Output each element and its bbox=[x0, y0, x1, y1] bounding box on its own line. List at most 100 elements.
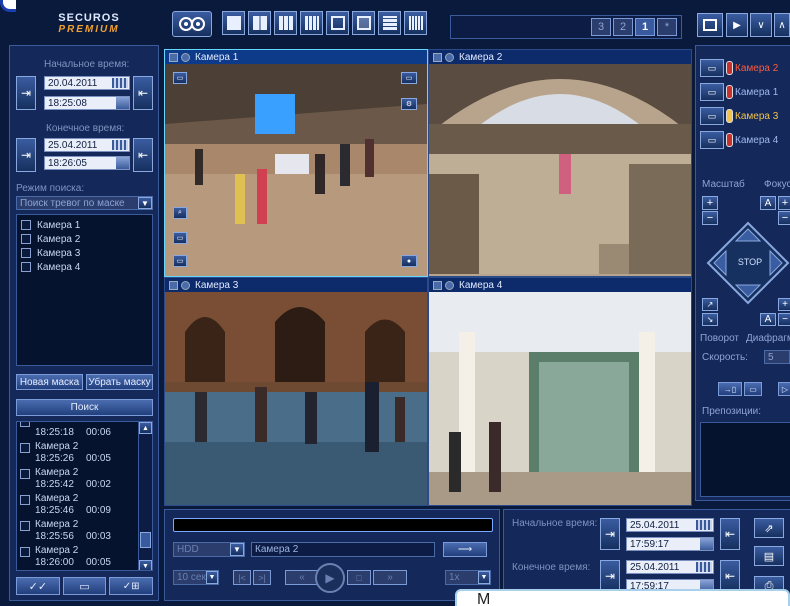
checkbox[interactable] bbox=[21, 234, 31, 244]
timeline-bar[interactable] bbox=[173, 518, 493, 532]
rewind-button[interactable]: « bbox=[285, 570, 319, 585]
camera-menu-icon[interactable] bbox=[433, 52, 442, 62]
camera-arm-icon[interactable]: ▭ bbox=[401, 72, 417, 84]
checkbox[interactable] bbox=[21, 262, 31, 272]
rotate-left-button[interactable]: ↗ bbox=[702, 298, 718, 311]
snapshot-icon[interactable]: ▭ bbox=[173, 72, 187, 84]
export-send-button[interactable]: ⇗ bbox=[754, 518, 784, 538]
camera-menu-icon[interactable] bbox=[169, 52, 178, 62]
time-spinner[interactable] bbox=[700, 538, 713, 550]
end-from-button[interactable]: ⇥ bbox=[16, 138, 36, 172]
layout-1plus7-button[interactable] bbox=[352, 11, 375, 35]
preset-next-button[interactable]: ▷ bbox=[778, 382, 790, 396]
layout-1x1-button[interactable] bbox=[222, 11, 245, 35]
ptz-window-button[interactable] bbox=[697, 13, 723, 37]
chevron-down-icon[interactable]: ▼ bbox=[230, 543, 244, 556]
export-end-from-button[interactable]: ⇥ bbox=[600, 560, 620, 592]
checkbox[interactable] bbox=[20, 443, 30, 453]
camera-record-icon[interactable] bbox=[445, 52, 454, 62]
next-button[interactable]: ▶ bbox=[726, 13, 748, 37]
checkbox[interactable] bbox=[20, 469, 30, 479]
start-date-field[interactable]: 20.04.2011 bbox=[44, 76, 130, 90]
presets-list[interactable] bbox=[700, 422, 790, 497]
camera-record-icon[interactable] bbox=[181, 280, 190, 290]
calendar-icon[interactable] bbox=[696, 562, 712, 572]
iris-auto-button[interactable]: A bbox=[760, 313, 776, 326]
search-result-item[interactable]: Камера 2 18:25:56 00:03 bbox=[20, 519, 134, 545]
search-result-item[interactable]: Камера 2 18:25:26 00:05 bbox=[20, 441, 134, 467]
ptz-control-icon[interactable]: ⚙ bbox=[401, 98, 417, 110]
video-cell-camera-1[interactable]: Камера 1 ▭ ▭ ⚙ ⌕ ▭ ▭ ● bbox=[164, 49, 428, 277]
frame-export-icon[interactable]: ▭ bbox=[173, 232, 187, 244]
search-result-item[interactable]: 18:25:18 00:06 bbox=[20, 422, 134, 441]
export-start-time-field[interactable]: 17:59:17 bbox=[626, 537, 714, 551]
step-forward-button[interactable]: >| bbox=[253, 570, 271, 585]
camera-filter-item[interactable]: Камера 1 bbox=[21, 218, 148, 232]
search-result-item[interactable]: Камера 2 18:25:46 00:09 bbox=[20, 493, 134, 519]
preset-goto-button[interactable]: →▯ bbox=[718, 382, 742, 396]
end-date-field[interactable]: 25.04.2011 bbox=[44, 138, 130, 152]
add-to-grid-button[interactable]: ✓⊞ bbox=[109, 577, 154, 595]
speed-field[interactable]: 5 bbox=[764, 350, 790, 364]
fast-forward-button[interactable]: » bbox=[373, 570, 407, 585]
layout-custom-button[interactable] bbox=[378, 11, 401, 35]
iris-open-button[interactable]: + bbox=[778, 298, 790, 311]
rate-select[interactable]: 1x ▼ bbox=[445, 570, 491, 585]
source-select[interactable]: HDD ▼ bbox=[173, 542, 245, 557]
calendar-icon[interactable] bbox=[112, 78, 128, 88]
search-mode-select[interactable]: Поиск тревог по маске ▼ bbox=[16, 196, 153, 210]
start-time-spinner[interactable] bbox=[116, 97, 129, 109]
checkbox[interactable] bbox=[20, 521, 30, 531]
end-to-button[interactable]: ⇤ bbox=[133, 138, 153, 172]
focus-auto-button[interactable]: A bbox=[760, 196, 776, 210]
scroll-down-button[interactable]: ▼ bbox=[139, 560, 152, 570]
zoom-icon[interactable]: ⌕ bbox=[173, 207, 187, 219]
video-cell-camera-3[interactable]: Камера 3 bbox=[164, 277, 428, 506]
archive-icon[interactable]: ▭ bbox=[173, 255, 187, 267]
chevron-down-icon[interactable]: ▼ bbox=[478, 571, 490, 584]
camera-menu-icon[interactable] bbox=[433, 280, 442, 290]
stop-button[interactable]: □ bbox=[347, 570, 371, 585]
remove-mask-button[interactable]: Убрать маску bbox=[86, 374, 153, 390]
ptz-stop-button[interactable]: STOP bbox=[734, 257, 766, 269]
checkbox[interactable] bbox=[20, 547, 30, 557]
start-from-button[interactable]: ⇥ bbox=[16, 76, 36, 110]
results-scrollbar[interactable]: ▲ ▼ bbox=[138, 422, 152, 570]
export-start-to-button[interactable]: ⇤ bbox=[720, 518, 740, 550]
cameras-button[interactable] bbox=[172, 11, 212, 37]
camera-icon[interactable]: ▭ bbox=[700, 131, 724, 149]
select-all-button[interactable]: ✓✓ bbox=[16, 577, 60, 595]
calendar-icon[interactable] bbox=[696, 520, 712, 530]
layout-4x4-button[interactable] bbox=[300, 11, 323, 35]
camera-menu-icon[interactable] bbox=[169, 280, 178, 290]
camera-filter-item[interactable]: Камера 4 bbox=[21, 260, 148, 274]
export-button[interactable]: ▭ bbox=[62, 577, 107, 595]
play-button[interactable]: ▶ bbox=[315, 563, 345, 593]
export-cut-button[interactable]: ▤ bbox=[754, 546, 784, 566]
scroll-up-button[interactable]: ▲ bbox=[139, 422, 152, 434]
search-button[interactable]: Поиск bbox=[16, 399, 153, 416]
checkbox[interactable] bbox=[21, 220, 31, 230]
export-end-to-button[interactable]: ⇤ bbox=[720, 560, 740, 592]
camera-record-icon[interactable] bbox=[445, 280, 454, 290]
camera-list-item[interactable]: ▭ Камера 2 bbox=[700, 56, 790, 80]
layout-1plus5-button[interactable] bbox=[326, 11, 349, 35]
page-2-button[interactable]: 2 bbox=[613, 18, 633, 36]
end-time-spinner[interactable] bbox=[116, 157, 129, 169]
calendar-icon[interactable] bbox=[112, 140, 128, 150]
camera-icon[interactable]: ▭ bbox=[700, 83, 724, 101]
search-result-item[interactable]: Камера 2 18:26:00 00:05 bbox=[20, 545, 134, 570]
layout-3x3-button[interactable] bbox=[274, 11, 297, 35]
video-cell-camera-4[interactable]: Камера 4 bbox=[428, 277, 692, 506]
collapse-up-button[interactable]: ∧ bbox=[774, 13, 790, 37]
chevron-down-icon[interactable]: ▼ bbox=[206, 571, 218, 584]
start-to-button[interactable]: ⇤ bbox=[133, 76, 153, 110]
camera-icon[interactable]: ▭ bbox=[700, 59, 724, 77]
layout-2x2-button[interactable] bbox=[248, 11, 271, 35]
iris-close-button[interactable]: − bbox=[778, 313, 790, 326]
camera-filter-item[interactable]: Камера 3 bbox=[21, 246, 148, 260]
checkbox[interactable] bbox=[20, 422, 30, 427]
checkbox[interactable] bbox=[20, 495, 30, 505]
zoom-in-button[interactable]: + bbox=[702, 196, 718, 210]
camera-list-item[interactable]: ▭ Камера 3 bbox=[700, 104, 790, 128]
